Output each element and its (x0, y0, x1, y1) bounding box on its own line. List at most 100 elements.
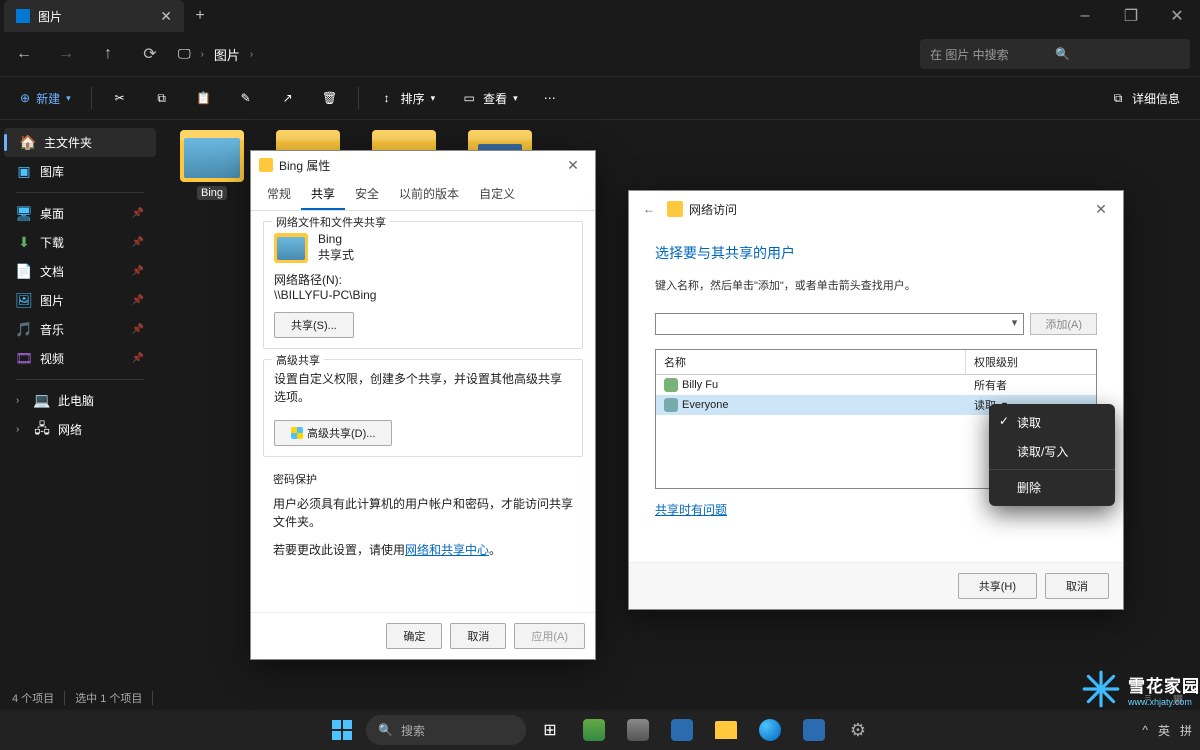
tab-general[interactable]: 常规 (257, 179, 301, 210)
taskbar-app[interactable] (618, 710, 658, 750)
tab-security[interactable]: 安全 (345, 179, 389, 210)
share-button[interactable]: ↗ (270, 82, 306, 114)
taskbar-store[interactable] (794, 710, 834, 750)
start-button[interactable] (322, 710, 362, 750)
search-input[interactable]: 在 图片 中搜索 🔍 (920, 39, 1190, 69)
dialog-titlebar[interactable]: Bing 属性 ✕ (251, 151, 595, 179)
sort-icon: ↕ (379, 90, 395, 106)
dialog-titlebar[interactable]: ← 网络访问 ✕ (629, 191, 1123, 227)
netpath-label: 网络路径(N): (274, 271, 572, 288)
sidebar-label: 图库 (40, 163, 64, 180)
cancel-button[interactable]: 取消 (1045, 573, 1109, 599)
details-label: 详细信息 (1132, 90, 1180, 107)
view-button[interactable]: ▭ 查看 ▾ (451, 82, 528, 114)
refresh-button[interactable]: ⟳ (136, 40, 164, 68)
item-count: 4 个项目 (12, 690, 54, 706)
close-button[interactable]: ✕ (559, 153, 587, 177)
gear-icon: ⚙ (850, 720, 866, 741)
chevron-down-icon: ▾ (431, 93, 436, 104)
rename-button[interactable]: ✎ (228, 82, 264, 114)
taskbar-edge[interactable] (750, 710, 790, 750)
sidebar-item-pictures[interactable]: 🖼 图片 📌 (0, 286, 160, 315)
pin-icon: 📌 (132, 324, 144, 335)
up-button[interactable]: ↑ (94, 40, 122, 68)
paste-button[interactable]: 📋 (186, 82, 222, 114)
dialog-footer: 共享(H) 取消 (629, 562, 1123, 609)
pin-icon: 📌 (132, 295, 144, 306)
forward-button[interactable]: → (52, 40, 80, 68)
delete-button[interactable]: 🗑 (312, 82, 348, 114)
taskbar-app[interactable] (662, 710, 702, 750)
tab-pictures[interactable]: 图片 ✕ (4, 0, 184, 32)
close-button[interactable]: ✕ (1154, 0, 1200, 32)
lang-indicator[interactable]: 英 (1158, 722, 1170, 739)
apply-button[interactable]: 应用(A) (514, 623, 585, 649)
ok-button[interactable]: 确定 (386, 623, 442, 649)
sidebar-item-gallery[interactable]: ▣ 图库 (0, 157, 160, 186)
ime-indicator[interactable]: 拼 (1180, 722, 1192, 739)
more-button[interactable]: ⋯ (534, 82, 566, 114)
menu-item-read[interactable]: 读取 (989, 408, 1115, 437)
sidebar-item-music[interactable]: 🎵 音乐 📌 (0, 315, 160, 344)
sidebar-item-thispc[interactable]: › 💻 此电脑 (0, 386, 160, 415)
navbar: ← → ↑ ⟳ 🖵 › 图片 › 在 图片 中搜索 🔍 (0, 32, 1200, 76)
cut-button[interactable]: ✂ (102, 82, 138, 114)
sort-button[interactable]: ↕ 排序 ▾ (369, 82, 446, 114)
tab-close[interactable]: ✕ (160, 8, 172, 25)
menu-item-readwrite[interactable]: 读取/写入 (989, 437, 1115, 466)
sidebar-item-desktop[interactable]: 🖥 桌面 📌 (0, 199, 160, 228)
tab-customize[interactable]: 自定义 (469, 179, 525, 210)
chevron-right-icon: › (16, 395, 26, 406)
taskbar-explorer[interactable] (706, 710, 746, 750)
tab-sharing[interactable]: 共享 (301, 179, 345, 210)
sidebar-item-videos[interactable]: 🎞 视频 📌 (0, 344, 160, 373)
watermark-brand: 雪花家园 (1128, 672, 1200, 697)
group-advanced-sharing: 高级共享 设置自定义权限，创建多个共享，并设置其他高级共享选项。 高级共享(D)… (263, 359, 583, 457)
close-button[interactable]: ✕ (1087, 197, 1115, 221)
new-button[interactable]: ⊕ 新建 ▾ (10, 82, 81, 114)
sidebar-item-downloads[interactable]: ⬇ 下载 📌 (0, 228, 160, 257)
folder-icon (274, 233, 308, 263)
sidebar-label: 音乐 (40, 321, 64, 338)
details-pane-button[interactable]: ⧉ 详细信息 (1100, 82, 1190, 114)
breadcrumb[interactable]: 🖵 › 图片 › (178, 45, 906, 64)
tab-previous-versions[interactable]: 以前的版本 (389, 179, 469, 210)
breadcrumb-current[interactable]: 图片 (214, 45, 240, 64)
col-name[interactable]: 名称 (656, 350, 966, 374)
user-combobox[interactable] (655, 313, 1024, 335)
pw-line2: 若要更改此设置，请使用网络和共享中心。 (273, 541, 573, 558)
taskbar-search[interactable]: 🔍 搜索 (366, 715, 526, 745)
taskbar-app[interactable] (574, 710, 614, 750)
sidebar-item-network[interactable]: › 🖧 网络 (0, 415, 160, 444)
sidebar-item-home[interactable]: 🏠 主文件夹 (4, 128, 156, 157)
sharing-help-link[interactable]: 共享时有问题 (655, 503, 727, 517)
chevron-up-icon[interactable]: ^ (1142, 723, 1148, 737)
copy-button[interactable]: ⧉ (144, 82, 180, 114)
taskbar-settings[interactable]: ⚙ (838, 710, 878, 750)
menu-item-remove[interactable]: 删除 (989, 473, 1115, 502)
table-row[interactable]: Billy Fu 所有者 (656, 375, 1096, 395)
dialog-title: Bing 属性 (279, 157, 330, 174)
watermark-url: www.xhjaty.com (1128, 697, 1200, 707)
dialog-title: 网络访问 (689, 201, 737, 218)
properties-dialog: Bing 属性 ✕ 常规 共享 安全 以前的版本 自定义 网络文件和文件夹共享 … (250, 150, 596, 660)
tab-title: 图片 (38, 8, 62, 25)
user-icon (664, 378, 678, 392)
share-button[interactable]: 共享(S)... (274, 312, 354, 338)
chevron-right-icon: › (250, 49, 253, 60)
back-button[interactable]: ← (637, 197, 661, 221)
advanced-share-button[interactable]: 高级共享(D)... (274, 420, 392, 446)
separator (358, 87, 359, 109)
task-view-button[interactable]: ⊞ (530, 710, 570, 750)
col-permission[interactable]: 权限级别 (966, 350, 1096, 374)
network-center-link[interactable]: 网络和共享中心 (405, 543, 489, 557)
share-button[interactable]: 共享(H) (958, 573, 1037, 599)
add-button[interactable]: 添加(A) (1030, 313, 1097, 335)
folder-item[interactable]: Bing (176, 130, 248, 200)
minimize-button[interactable]: – (1062, 0, 1108, 32)
maximize-button[interactable]: ❐ (1108, 0, 1154, 32)
new-tab-button[interactable]: + (184, 0, 216, 32)
back-button[interactable]: ← (10, 40, 38, 68)
sidebar-item-documents[interactable]: 📄 文档 📌 (0, 257, 160, 286)
cancel-button[interactable]: 取消 (450, 623, 506, 649)
